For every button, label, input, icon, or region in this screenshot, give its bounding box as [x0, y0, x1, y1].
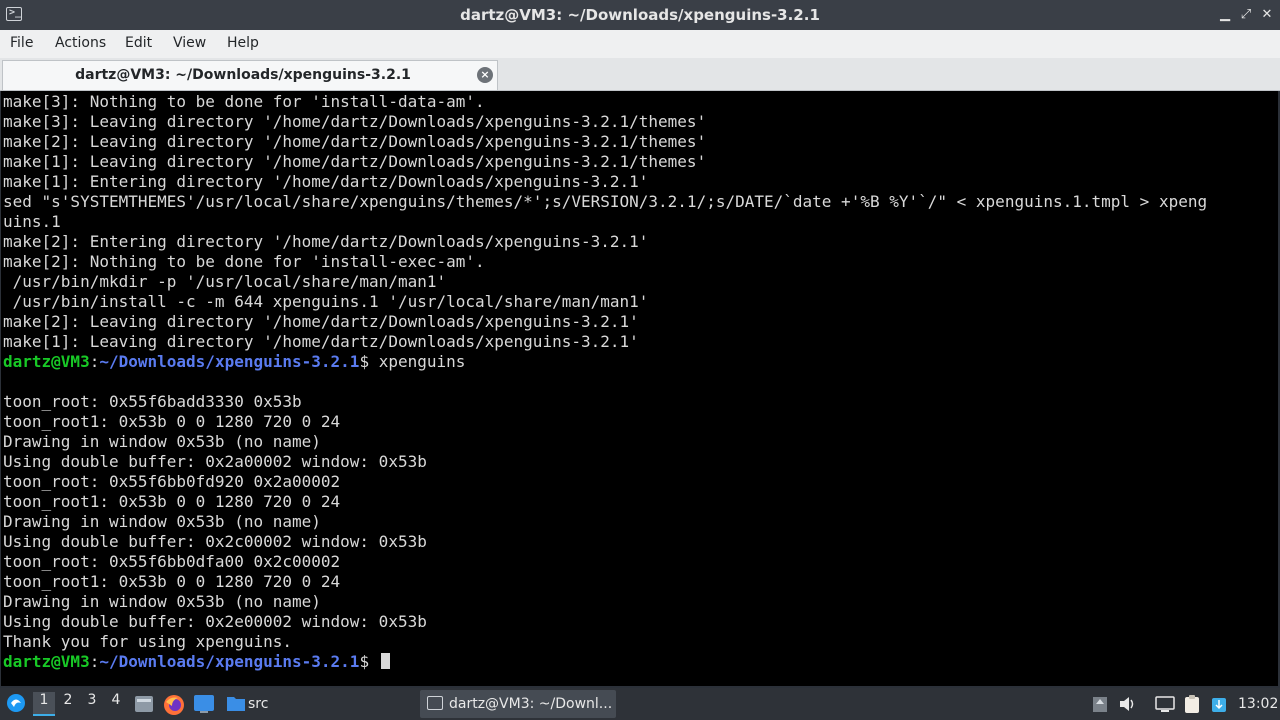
- terminal-line: make[1]: Leaving directory '/home/dartz/…: [3, 332, 639, 351]
- text-cursor: [380, 653, 390, 669]
- terminal-line: make[3]: Leaving directory '/home/dartz/…: [3, 112, 707, 131]
- terminal-line: toon_root: 0x55f6bb0fd920 0x2a00002: [3, 472, 341, 491]
- folder-icon[interactable]: [226, 694, 246, 716]
- prompt-colon: :: [89, 352, 100, 371]
- terminal-line: make[2]: Leaving directory '/home/dartz/…: [3, 132, 707, 151]
- terminal-line: make[3]: Nothing to be done for 'install…: [3, 92, 485, 111]
- window-title: dartz@VM3: ~/Downloads/xpenguins-3.2.1: [460, 6, 820, 24]
- prompt-symbol: $: [359, 352, 379, 371]
- terminal-line: Drawing in window 0x53b (no name): [3, 512, 321, 531]
- workspace-3[interactable]: 3: [81, 692, 103, 716]
- terminal-line: Thank you for using xpenguins.: [3, 632, 292, 651]
- terminal-line: toon_root1: 0x53b 0 0 1280 720 0 24: [3, 572, 341, 591]
- workspace-4[interactable]: 4: [105, 692, 127, 716]
- close-window-icon[interactable]: ✕: [1258, 6, 1276, 24]
- terminal-line: make[1]: Leaving directory '/home/dartz/…: [3, 152, 707, 171]
- terminal-prompt-line: dartz@VM3:~/Downloads/xpenguins-3.2.1$ x…: [3, 352, 465, 372]
- firefox-icon[interactable]: [163, 694, 185, 720]
- terminal-output[interactable]: make[3]: Nothing to be done for 'install…: [0, 91, 1280, 686]
- window-titlebar[interactable]: >_ dartz@VM3: ~/Downloads/xpenguins-3.2.…: [0, 0, 1280, 30]
- tab-terminal[interactable]: dartz@VM3: ~/Downloads/xpenguins-3.2.1 ×: [2, 60, 498, 90]
- folder-src-label[interactable]: src: [248, 696, 268, 712]
- terminal-line: make[1]: Entering directory '/home/dartz…: [3, 172, 649, 191]
- menu-view[interactable]: View: [173, 35, 206, 51]
- tab-label: dartz@VM3: ~/Downloads/xpenguins-3.2.1: [75, 67, 411, 83]
- terminal-line: toon_root: 0x55f6badd3330 0x53b: [3, 392, 302, 411]
- terminal-line: /usr/bin/install -c -m 644 xpenguins.1 '…: [3, 292, 649, 311]
- maximize-icon[interactable]: ⤢: [1237, 6, 1255, 24]
- prompt-path: ~/Downloads/xpenguins-3.2.1: [99, 352, 360, 371]
- clock[interactable]: 13:02: [1238, 696, 1278, 712]
- volume-icon[interactable]: [1118, 694, 1138, 718]
- prompt-path: ~/Downloads/xpenguins-3.2.1: [99, 652, 360, 671]
- menu-file[interactable]: File: [10, 35, 33, 51]
- terminal-task-icon: [427, 696, 443, 710]
- taskbar: 1 2 3 4 src dartz@VM3: ~/Downl... 13:02: [0, 688, 1280, 720]
- terminal-line: Using double buffer: 0x2a00002 window: 0…: [3, 452, 427, 471]
- prompt-user: dartz@VM3: [3, 652, 90, 671]
- terminal-line: toon_root1: 0x53b 0 0 1280 720 0 24: [3, 412, 341, 431]
- workspace-1[interactable]: 1: [33, 692, 55, 716]
- terminal-line: Drawing in window 0x53b (no name): [3, 592, 321, 611]
- updates-icon[interactable]: [1211, 694, 1227, 718]
- terminal-line: sed "s'SYSTEMTHEMES'/usr/local/share/xpe…: [3, 192, 1208, 211]
- menu-bar: File Actions Edit View Help: [0, 30, 1280, 58]
- taskbar-task-terminal[interactable]: dartz@VM3: ~/Downl...: [420, 690, 616, 718]
- start-menu-icon[interactable]: [6, 693, 26, 717]
- task-label: dartz@VM3: ~/Downl...: [449, 696, 613, 712]
- terminal-line: Using double buffer: 0x2c00002 window: 0…: [3, 532, 427, 551]
- terminal-line: Drawing in window 0x53b (no name): [3, 432, 321, 451]
- display-icon[interactable]: [1155, 694, 1175, 718]
- workspace-2[interactable]: 2: [57, 692, 79, 716]
- terminal-line: make[2]: Entering directory '/home/dartz…: [3, 232, 649, 251]
- terminal-line: uins.1: [3, 212, 61, 231]
- terminal-line: make[2]: Nothing to be done for 'install…: [3, 252, 485, 271]
- prompt-symbol: $: [359, 652, 379, 671]
- prompt-command: xpenguins: [378, 352, 466, 371]
- prompt-colon: :: [89, 652, 100, 671]
- menu-help[interactable]: Help: [227, 35, 259, 51]
- close-tab-icon[interactable]: ×: [477, 67, 493, 83]
- terminal-line: /usr/bin/mkdir -p '/usr/local/share/man/…: [3, 272, 447, 291]
- file-manager-icon[interactable]: [134, 694, 154, 718]
- terminal-prompt-line: dartz@VM3:~/Downloads/xpenguins-3.2.1$: [3, 652, 390, 672]
- drive-icon[interactable]: [1091, 694, 1109, 718]
- terminal-line: make[2]: Leaving directory '/home/dartz/…: [3, 312, 639, 331]
- minimize-icon[interactable]: ▁: [1216, 6, 1234, 24]
- menu-edit[interactable]: Edit: [125, 35, 152, 51]
- clipboard-icon[interactable]: [1183, 694, 1201, 718]
- tab-bar: dartz@VM3: ~/Downloads/xpenguins-3.2.1 ×: [0, 58, 1280, 91]
- prompt-user: dartz@VM3: [3, 352, 90, 371]
- terminal-line: toon_root1: 0x53b 0 0 1280 720 0 24: [3, 492, 341, 511]
- menu-actions[interactable]: Actions: [55, 35, 106, 51]
- terminal-line: Using double buffer: 0x2e00002 window: 0…: [3, 612, 427, 631]
- terminal-line: toon_root: 0x55f6bb0dfa00 0x2c00002: [3, 552, 341, 571]
- desktop-icon[interactable]: [193, 694, 215, 718]
